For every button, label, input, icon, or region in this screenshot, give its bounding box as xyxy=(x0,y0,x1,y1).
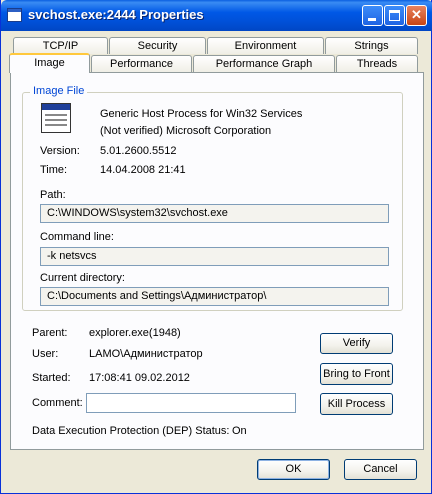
path-field[interactable]: C:\WINDOWS\system32\svchost.exe xyxy=(40,204,389,223)
user-value: LAMO\Администратор xyxy=(89,348,203,360)
window-title: svchost.exe:2444 Properties xyxy=(28,7,204,22)
started-value: 17:08:41 09.02.2012 xyxy=(89,372,190,384)
version-label: Version: xyxy=(40,145,80,157)
bring-to-front-button[interactable]: Bring to Front xyxy=(320,363,393,385)
user-label: User: xyxy=(32,348,59,360)
properties-window: svchost.exe:2444 Properties ✕ TCP/IP Sec… xyxy=(0,0,432,494)
tab-environment[interactable]: Environment xyxy=(207,37,324,54)
title-bar[interactable]: svchost.exe:2444 Properties ✕ xyxy=(1,0,432,31)
application-window-icon xyxy=(41,103,71,133)
comment-input[interactable] xyxy=(86,393,296,413)
parent-label: Parent: xyxy=(32,327,68,339)
time-label: Time: xyxy=(40,164,68,176)
tab-tcpip[interactable]: TCP/IP xyxy=(13,37,108,54)
time-value: 14.04.2008 21:41 xyxy=(100,164,186,176)
command-line-label: Command line: xyxy=(40,231,114,243)
path-label: Path: xyxy=(40,189,66,201)
tab-security[interactable]: Security xyxy=(109,37,206,54)
close-icon: ✕ xyxy=(411,7,422,22)
company-name: (Not verified) Microsoft Corporation xyxy=(100,125,272,137)
tab-image[interactable]: Image xyxy=(9,53,90,73)
dep-status-value: On xyxy=(232,425,247,437)
ok-button[interactable]: OK xyxy=(257,459,330,480)
kill-process-button[interactable]: Kill Process xyxy=(320,393,393,415)
command-line-field[interactable]: -k netsvcs xyxy=(40,247,389,266)
minimize-icon xyxy=(368,18,376,21)
parent-value: explorer.exe(1948) xyxy=(89,327,181,339)
started-label: Started: xyxy=(32,372,71,384)
comment-label: Comment: xyxy=(32,397,83,409)
cancel-button[interactable]: Cancel xyxy=(344,459,417,480)
minimize-button[interactable] xyxy=(362,5,383,26)
tab-performance[interactable]: Performance xyxy=(91,55,192,72)
current-directory-label: Current directory: xyxy=(40,272,125,284)
tab-threads[interactable]: Threads xyxy=(336,55,418,72)
tab-performance-graph[interactable]: Performance Graph xyxy=(193,55,335,72)
verify-button[interactable]: Verify xyxy=(320,333,393,354)
maximize-icon xyxy=(389,10,400,21)
current-directory-field[interactable]: C:\Documents and Settings\Администратор\ xyxy=(40,287,389,306)
file-description: Generic Host Process for Win32 Services xyxy=(100,108,303,120)
tab-strings[interactable]: Strings xyxy=(325,37,418,54)
maximize-button[interactable] xyxy=(384,5,405,26)
window-app-icon xyxy=(7,8,22,22)
close-button[interactable]: ✕ xyxy=(406,5,427,26)
image-file-legend: Image File xyxy=(30,85,88,97)
dep-status-label: Data Execution Protection (DEP) Status: xyxy=(32,425,230,437)
version-value: 5.01.2600.5512 xyxy=(100,145,177,157)
